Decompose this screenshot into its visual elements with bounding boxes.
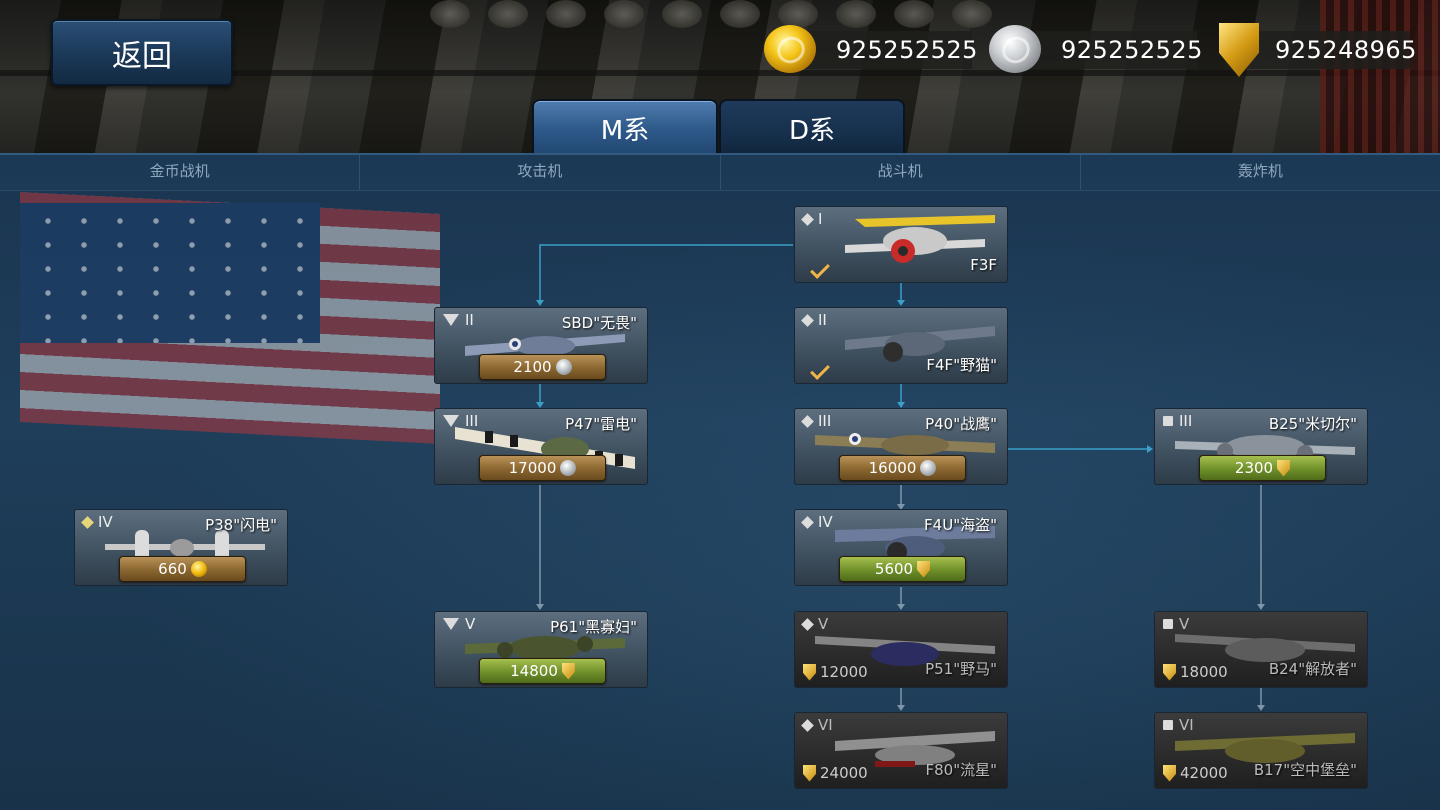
hangar-scaffold	[1320, 0, 1440, 155]
medal-icon	[1163, 764, 1176, 782]
plane-card-f3f[interactable]: I F3F	[794, 206, 1008, 283]
square-icon	[1163, 619, 1173, 629]
plane-card-p61[interactable]: V P61"黑寡妇" 14800	[434, 611, 648, 688]
price-button[interactable]: 2100	[479, 354, 606, 380]
plane-name: B17"空中堡垒"	[1253, 761, 1357, 779]
triangle-icon	[443, 618, 459, 630]
locked-price: 24000	[803, 764, 868, 782]
price-button[interactable]: 2300	[1199, 455, 1326, 481]
tier-label: VI	[801, 716, 833, 734]
medal-icon	[1163, 663, 1176, 681]
plane-name: F4U"海盗"	[924, 516, 997, 534]
tier-label: IV	[801, 513, 833, 531]
silver-coin-icon	[560, 460, 577, 476]
plane-card-p40[interactable]: III P40"战鹰" 16000	[794, 408, 1008, 485]
plane-card-f4f[interactable]: II F4F"野猫"	[794, 307, 1008, 384]
plane-name: B24"解放者"	[1268, 660, 1357, 678]
tab-d-series[interactable]: D系	[719, 99, 905, 155]
tier-label: III	[443, 412, 478, 430]
tier-label: III	[1163, 412, 1192, 430]
plane-card-p38[interactable]: IV P38"闪电" 660	[74, 509, 288, 586]
price-button[interactable]: 5600	[839, 556, 966, 582]
tier-label: II	[801, 311, 827, 329]
plane-image	[845, 215, 995, 263]
tier-label: V	[443, 615, 475, 633]
plane-card-p51[interactable]: V P51"野马" 12000	[794, 611, 1008, 688]
diamond-icon	[801, 313, 814, 327]
diamond-icon	[81, 515, 94, 529]
square-icon	[1163, 416, 1173, 426]
plane-name: F80"流星"	[925, 761, 997, 779]
back-button[interactable]: 返回	[51, 19, 233, 86]
gold-coin-icon	[190, 561, 207, 577]
plane-card-b17[interactable]: VI B17"空中堡垒" 42000	[1154, 712, 1368, 789]
plane-name: P47"雷电"	[565, 415, 637, 433]
tier-label: V	[801, 615, 828, 633]
plane-card-b25[interactable]: III B25"米切尔" 2300	[1154, 408, 1368, 485]
diamond-icon	[801, 414, 814, 428]
locked-price: 12000	[803, 663, 868, 681]
diamond-icon	[801, 718, 814, 732]
tier-label: VI	[1163, 716, 1194, 734]
square-icon	[1163, 720, 1173, 730]
plane-card-b24[interactable]: V B24"解放者" 18000	[1154, 611, 1368, 688]
silver-coin-icon	[920, 460, 937, 476]
diamond-icon	[801, 515, 814, 529]
plane-card-f4u[interactable]: IV F4U"海盗" 5600	[794, 509, 1008, 586]
locked-price: 18000	[1163, 663, 1228, 681]
triangle-icon	[443, 415, 459, 427]
plane-name: B25"米切尔"	[1268, 415, 1357, 433]
medal-icon	[917, 560, 931, 578]
price-button[interactable]: 16000	[839, 455, 966, 481]
tier-label: I	[801, 210, 822, 228]
medal-icon	[1219, 23, 1259, 77]
plane-name: SBD"无畏"	[561, 314, 637, 332]
plane-name: P38"闪电"	[205, 516, 277, 534]
medal-icon	[1277, 459, 1291, 477]
gold-coin-icon	[764, 25, 816, 73]
triangle-icon	[443, 314, 459, 326]
price-button[interactable]: 14800	[479, 658, 606, 684]
plane-card-sbd[interactable]: II SBD"无畏" 2100	[434, 307, 648, 384]
plane-name: P51"野马"	[925, 660, 997, 678]
diamond-icon	[801, 212, 814, 226]
medal-icon	[561, 662, 575, 680]
silver-coin-icon	[555, 359, 572, 375]
plane-card-f80[interactable]: VI F80"流星" 24000	[794, 712, 1008, 789]
silver-currency-display: 925252525	[989, 25, 1202, 73]
price-button[interactable]: 17000	[479, 455, 606, 481]
tier-label: IV	[81, 513, 113, 531]
plane-name: P61"黑寡妇"	[550, 618, 637, 636]
locked-price: 42000	[1163, 764, 1228, 782]
tab-m-series[interactable]: M系	[532, 99, 718, 155]
diamond-icon	[801, 617, 814, 631]
silver-coin-icon	[989, 25, 1041, 73]
medal-currency-display: 925248965	[1219, 23, 1416, 77]
plane-name: F3F	[970, 256, 997, 274]
plane-card-p47[interactable]: III P47"雷电" 17000	[434, 408, 648, 485]
price-button[interactable]: 660	[119, 556, 246, 582]
tech-tree-panel: 金币战机 攻击机 战斗机 轰炸机 IV P38"闪电" 660 II SBD"无…	[0, 153, 1440, 810]
gold-currency-display: 925252525	[764, 25, 977, 73]
plane-name: P40"战鹰"	[925, 415, 997, 433]
medal-icon	[803, 663, 816, 681]
tier-label: V	[1163, 615, 1189, 633]
tier-label: III	[801, 412, 831, 430]
medal-icon	[803, 764, 816, 782]
tier-label: II	[443, 311, 474, 329]
plane-name: F4F"野猫"	[926, 356, 997, 374]
